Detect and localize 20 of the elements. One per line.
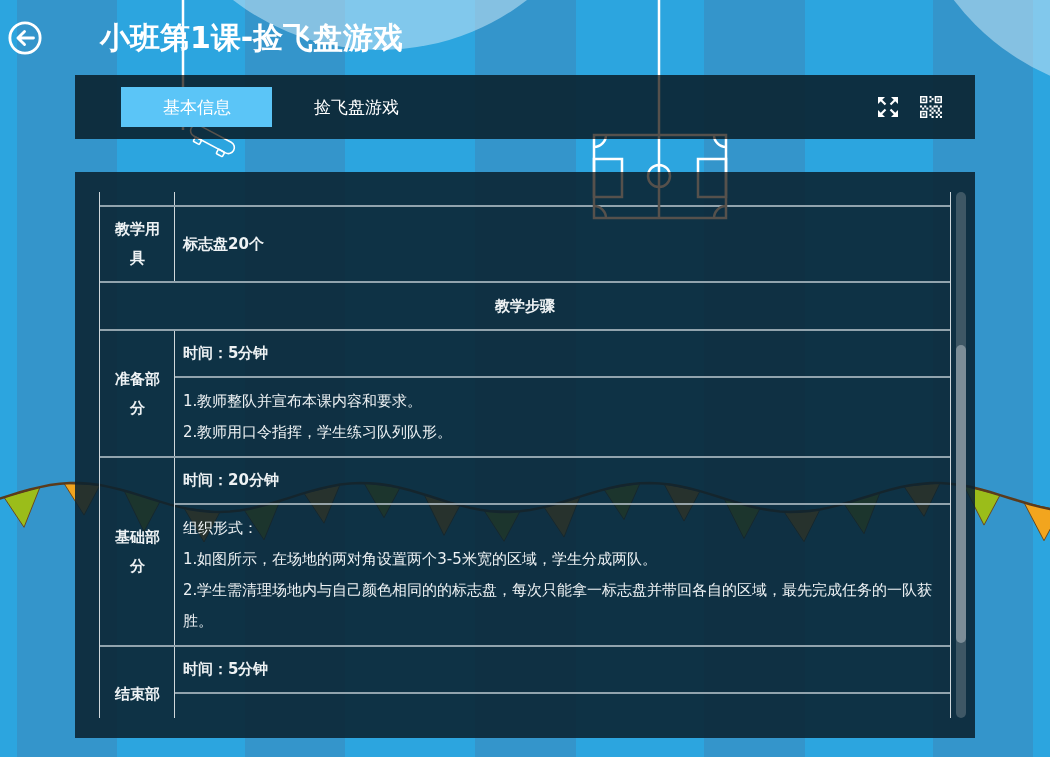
qr-code-icon[interactable] xyxy=(920,96,942,118)
fullscreen-icon[interactable] xyxy=(878,97,898,117)
label-cell: 结束部 xyxy=(100,647,175,718)
label-cell: 教学用具 xyxy=(100,207,175,281)
time-cell-text: 时间：20分钟 xyxy=(182,470,280,491)
time-cell-text: 时间：5分钟 xyxy=(182,659,270,680)
scrollbar-thumb[interactable] xyxy=(956,345,966,643)
back-icon[interactable] xyxy=(8,20,42,55)
value-cell-text: 标志盘20个 xyxy=(181,233,265,255)
heading-cell-text: 教学步骤 xyxy=(494,296,556,317)
label-cell: 准备部分 xyxy=(100,331,175,456)
step-text: 1.如图所示，在场地的两对角设置两个3-5米宽的区域，学生分成两队。 xyxy=(183,549,658,570)
step-text: 组织形式： xyxy=(183,518,259,539)
step-text: 2.学生需清理场地内与自己颜色相同的的标志盘，每次只能拿一标志盘并带回各自的区域，最先完成任务的一队获胜。 xyxy=(183,580,934,632)
step-text: 2.教师用口令指挥，学生练习队列队形。 xyxy=(183,422,454,443)
step-text: 1.教师整队并宣布本课内容和要求。 xyxy=(183,391,424,412)
label-cell: 基础部分 xyxy=(100,458,175,645)
tab[interactable]: 捡飞盘游戏 xyxy=(281,87,432,127)
scrollbar-track[interactable] xyxy=(956,192,966,718)
time-cell-text: 时间：5分钟 xyxy=(182,343,270,364)
